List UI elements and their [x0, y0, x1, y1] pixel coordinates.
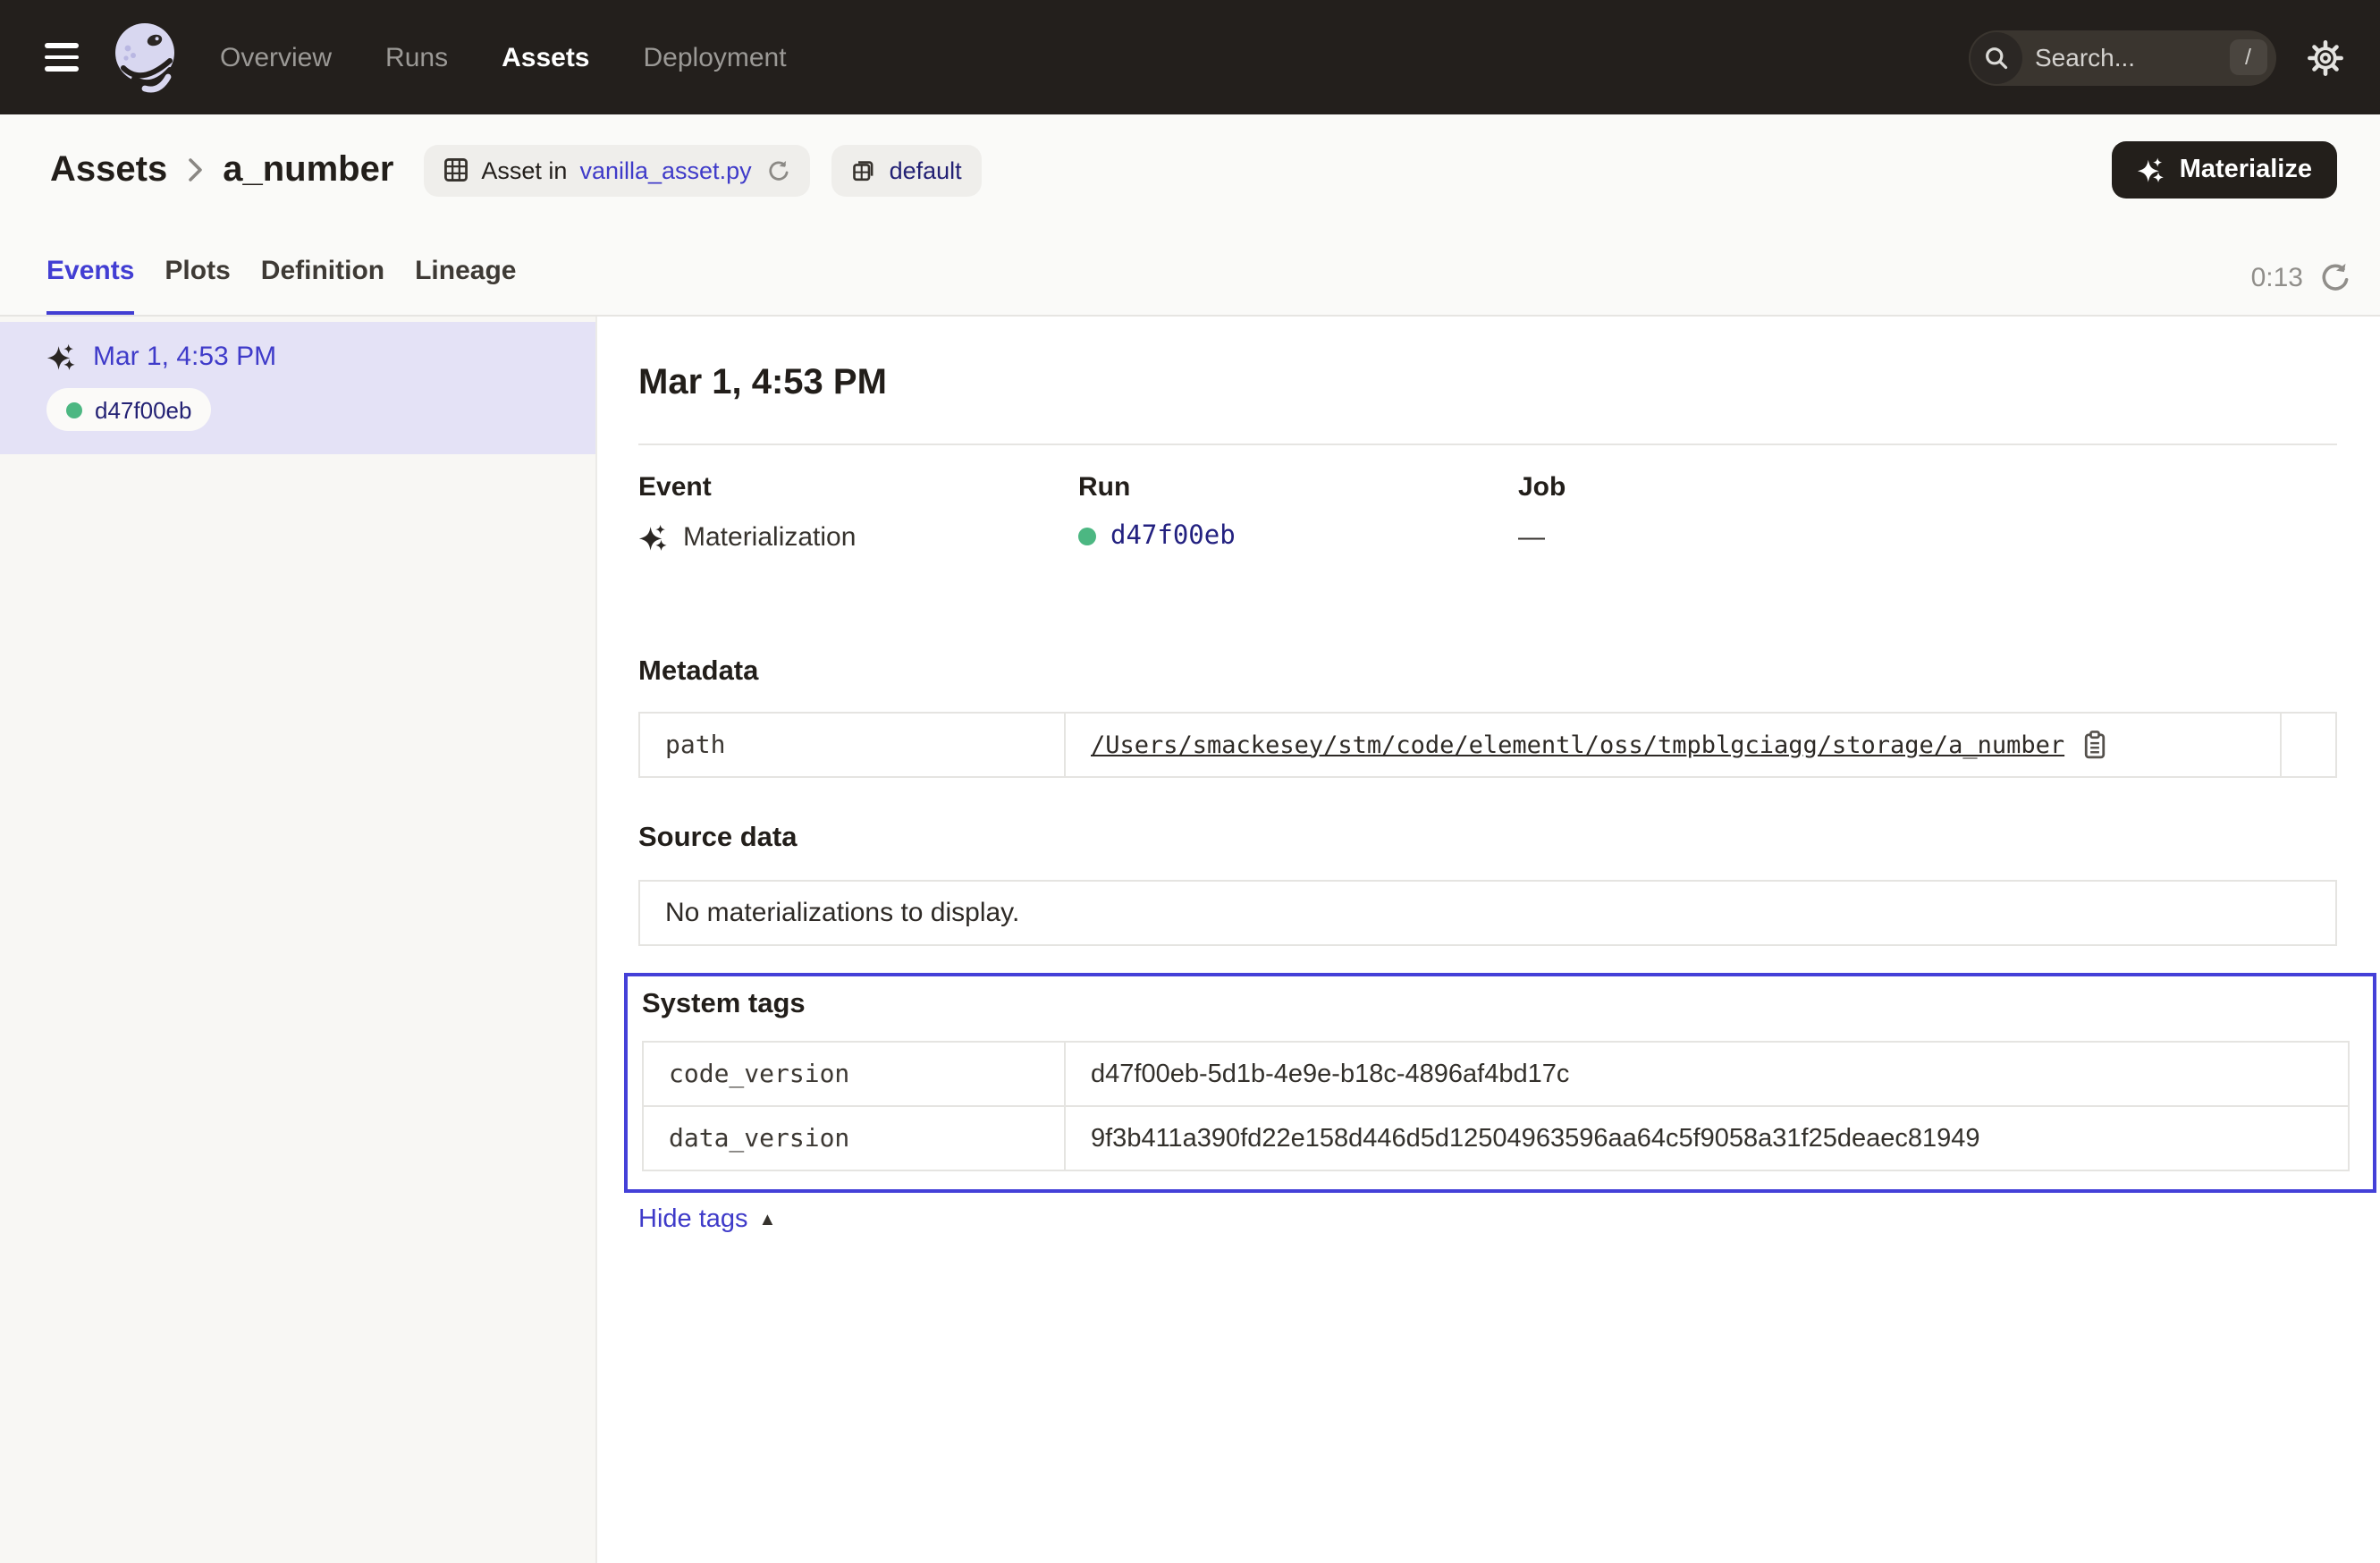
- nav-item-runs[interactable]: Runs: [385, 42, 448, 72]
- reload-icon[interactable]: [768, 158, 791, 182]
- tab-plots[interactable]: Plots: [165, 225, 230, 315]
- materialize-label: Materialize: [2180, 156, 2312, 184]
- menu-hamburger-icon[interactable]: [45, 36, 79, 79]
- event-detail-title: Mar 1, 4:53 PM: [638, 358, 2337, 408]
- octopus-logo-icon: [105, 16, 188, 98]
- data-version-key: data_version: [669, 1124, 849, 1153]
- tab-events[interactable]: Events: [46, 225, 134, 315]
- event-date-label: Mar 1, 4:53 PM: [93, 342, 276, 372]
- hide-tags-link[interactable]: Hide tags ▲: [638, 1205, 776, 1234]
- tab-definition[interactable]: Definition: [261, 225, 384, 315]
- metadata-value-cell: /Users/smackesey/stm/code/elementl/oss/t…: [1066, 714, 2282, 776]
- metadata-table: path /Users/smackesey/stm/code/elementl/…: [638, 712, 2337, 778]
- run-id-link[interactable]: d47f00eb: [1110, 522, 1236, 551]
- tabs-row: Events Plots Definition Lineage 0:13: [0, 225, 2380, 315]
- event-summary-grid: Event Materialization Run d47f00eb Job —: [638, 469, 2337, 554]
- sparkle-icon: [46, 342, 77, 372]
- job-column: Job —: [1518, 469, 1958, 554]
- nav-item-assets[interactable]: Assets: [502, 42, 589, 72]
- system-tags-highlight-box: System tags code_version d47f00eb-5d1b-4…: [624, 973, 2376, 1193]
- chevron-right-icon: [187, 157, 203, 182]
- app-root: Overview Runs Assets Deployment /: [0, 0, 2380, 1563]
- code-location-badge[interactable]: default: [832, 144, 982, 196]
- refresh-area: 0:13: [2251, 261, 2351, 315]
- settings-gear-icon[interactable]: [2307, 38, 2344, 76]
- source-data-empty-message: No materializations to display.: [665, 898, 1019, 928]
- event-type-value: Materialization: [683, 521, 856, 552]
- event-list-item[interactable]: Mar 1, 4:53 PM d47f00eb: [0, 322, 595, 454]
- run-column: Run d47f00eb: [1078, 469, 1518, 554]
- metadata-key: path: [665, 731, 725, 759]
- divider: [638, 444, 2337, 445]
- sparkle-icon: [2137, 156, 2165, 184]
- job-label: Job: [1518, 469, 1958, 506]
- nav-item-overview[interactable]: Overview: [220, 42, 332, 72]
- breadcrumb: Assets a_number Asset in vanilla_asset.p…: [0, 114, 2380, 225]
- asset-file-link[interactable]: vanilla_asset.py: [579, 156, 751, 183]
- refresh-icon[interactable]: [2319, 261, 2351, 293]
- tab-lineage[interactable]: Lineage: [415, 225, 516, 315]
- asset-in-label: Asset in: [481, 156, 567, 183]
- run-status-dot: [1078, 528, 1096, 545]
- system-tags-table: code_version d47f00eb-5d1b-4e9e-b18c-489…: [642, 1041, 2350, 1171]
- page-body: Mar 1, 4:53 PM d47f00eb Mar 1, 4:53 PM E…: [0, 317, 2380, 1563]
- page-header: Assets a_number Asset in vanilla_asset.p…: [0, 114, 2380, 317]
- caret-up-icon: ▲: [759, 1210, 777, 1229]
- sparkle-icon: [638, 521, 669, 552]
- search-input[interactable]: [2022, 43, 2180, 72]
- path-value-link[interactable]: /Users/smackesey/stm/code/elementl/oss/t…: [1091, 731, 2064, 759]
- data-version-value: 9f3b411a390fd22e158d446d5d12504963596aa6…: [1091, 1124, 1980, 1153]
- primary-nav: Overview Runs Assets Deployment: [220, 42, 787, 72]
- event-column: Event Materialization: [638, 469, 1078, 554]
- run-status-dot: [66, 401, 82, 418]
- search-shortcut-key: /: [2229, 39, 2267, 75]
- tag-key-cell: data_version: [644, 1105, 1066, 1170]
- tag-value-cell: d47f00eb-5d1b-4e9e-b18c-4896af4bd17c: [1066, 1043, 2348, 1105]
- job-empty-value: —: [1518, 521, 1545, 552]
- metadata-heading: Metadata: [638, 655, 2337, 690]
- asset-tabs: Events Plots Definition Lineage: [46, 225, 516, 315]
- run-tag-pill[interactable]: d47f00eb: [46, 388, 211, 431]
- run-label: Run: [1078, 469, 1518, 506]
- breadcrumb-assets-link[interactable]: Assets: [50, 149, 167, 190]
- materialize-button[interactable]: Materialize: [2112, 141, 2337, 199]
- nav-item-deployment[interactable]: Deployment: [644, 42, 787, 72]
- run-id-label: d47f00eb: [95, 396, 191, 423]
- hide-tags-label: Hide tags: [638, 1205, 748, 1234]
- copy-clipboard-icon[interactable]: [2080, 730, 2107, 760]
- event-date-row: Mar 1, 4:53 PM: [46, 342, 567, 372]
- metadata-key-cell: path: [640, 714, 1066, 776]
- events-sidebar: Mar 1, 4:53 PM d47f00eb: [0, 317, 597, 1563]
- refresh-countdown: 0:13: [2251, 262, 2303, 292]
- repo-grid-icon: [852, 157, 877, 182]
- event-label: Event: [638, 469, 1078, 506]
- tag-key-cell: code_version: [644, 1043, 1066, 1105]
- page-title: a_number: [223, 149, 393, 190]
- source-data-heading: Source data: [638, 821, 2337, 857]
- code-location-name: default: [890, 156, 962, 183]
- metadata-gutter-cell: [2282, 714, 2335, 776]
- grid-icon: [443, 157, 468, 182]
- system-tags-heading: System tags: [642, 987, 2350, 1023]
- asset-definition-badge[interactable]: Asset in vanilla_asset.py: [424, 144, 810, 196]
- source-data-empty-box: No materializations to display.: [638, 880, 2337, 946]
- dagster-logo[interactable]: [105, 16, 188, 98]
- asset-badges: Asset in vanilla_asset.py default: [424, 144, 981, 196]
- code-version-value: d47f00eb-5d1b-4e9e-b18c-4896af4bd17c: [1091, 1060, 1569, 1088]
- search-icon: [1971, 31, 2022, 83]
- event-detail-panel: Mar 1, 4:53 PM Event Materialization Run…: [597, 317, 2380, 1563]
- code-version-key: code_version: [669, 1060, 849, 1088]
- top-navbar: Overview Runs Assets Deployment /: [0, 0, 2380, 114]
- global-search[interactable]: /: [1969, 30, 2276, 85]
- tag-value-cell: 9f3b411a390fd22e158d446d5d12504963596aa6…: [1066, 1105, 2348, 1170]
